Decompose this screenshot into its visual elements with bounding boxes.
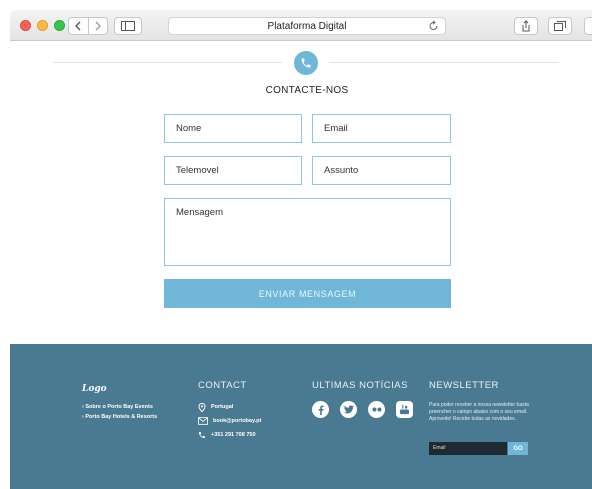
tabs-icon [554, 21, 566, 31]
name-field[interactable]: Nome [164, 114, 302, 143]
footer-link-hotels[interactable]: › Porto Bay Hotels & Resorts [82, 412, 157, 422]
facebook-icon[interactable] [312, 401, 329, 418]
divider-left [53, 62, 282, 63]
footer-link-about[interactable]: › Sobre o Porto Bay Events [82, 402, 157, 412]
contact-column-title: CONTACT [198, 380, 247, 391]
address-bar[interactable]: Plataforma Digital [168, 17, 446, 35]
forward-button[interactable] [89, 21, 108, 31]
flickr-icon[interactable] [368, 401, 385, 418]
email-field[interactable]: Email [312, 114, 451, 143]
envelope-icon [198, 417, 208, 425]
window-controls [20, 20, 65, 31]
phone-field[interactable]: Telemovel [164, 156, 302, 185]
message-field[interactable]: Mensagem [164, 198, 451, 266]
new-tab-button[interactable] [584, 17, 592, 35]
divider-right [329, 62, 559, 63]
contact-list: Portugal book@portobay.pt +351 291 708 7… [198, 400, 261, 442]
contact-title: CONTACTE-NOS [265, 85, 349, 96]
contact-email-text: book@portobay.pt [213, 418, 262, 424]
contact-location: Portugal [198, 400, 261, 414]
location-pin-icon [198, 402, 206, 412]
contact-phone-text: +351 291 708 750 [211, 432, 256, 438]
reload-icon[interactable] [429, 20, 439, 35]
contact-phone: +351 291 708 750 [198, 428, 261, 442]
footer: Logo › Sobre o Porto Bay Events › Porto … [10, 344, 592, 489]
share-icon [522, 20, 530, 32]
newsletter-email-input[interactable]: Email [429, 442, 507, 455]
phone-small-icon [199, 432, 205, 438]
footer-logo[interactable]: Logo [82, 384, 107, 394]
browser-toolbar: Plataforma Digital [10, 10, 592, 41]
window-top-margin [0, 0, 592, 10]
address-text: Plataforma Digital [267, 20, 347, 32]
sidebar-toggle-button[interactable] [114, 17, 142, 35]
send-message-button[interactable]: ENVIAR MENSAGEM [164, 279, 451, 308]
subject-field[interactable]: Assunto [312, 156, 451, 185]
twitter-icon[interactable] [340, 401, 357, 418]
contact-location-text: Portugal [211, 404, 234, 410]
contact-email[interactable]: book@portobay.pt [198, 414, 261, 428]
tabs-overview-button[interactable] [548, 17, 572, 35]
youtube-icon[interactable] [396, 401, 413, 418]
phone-icon [294, 51, 318, 75]
share-button[interactable] [514, 17, 538, 35]
minimize-window-button[interactable] [37, 20, 48, 31]
chevron-left-icon [75, 21, 81, 31]
newsletter-column-title: NEWSLETTER [429, 380, 499, 391]
chevron-right-icon [95, 21, 101, 31]
sidebar-icon [121, 21, 135, 31]
back-button[interactable] [69, 21, 88, 31]
footer-links: › Sobre o Porto Bay Events › Porto Bay H… [82, 402, 157, 422]
news-column-title: ULTIMAS NOTÍCIAS [312, 380, 408, 391]
newsletter-submit-button[interactable]: GO [508, 442, 528, 455]
newsletter-description: Para poder receber a nossa newsletter ba… [429, 402, 529, 422]
social-icons [312, 401, 413, 418]
zoom-window-button[interactable] [54, 20, 65, 31]
page-content: CONTACTE-NOS Nome Email Telemovel Assunt… [10, 41, 592, 489]
navigation-buttons [68, 17, 108, 35]
close-window-button[interactable] [20, 20, 31, 31]
